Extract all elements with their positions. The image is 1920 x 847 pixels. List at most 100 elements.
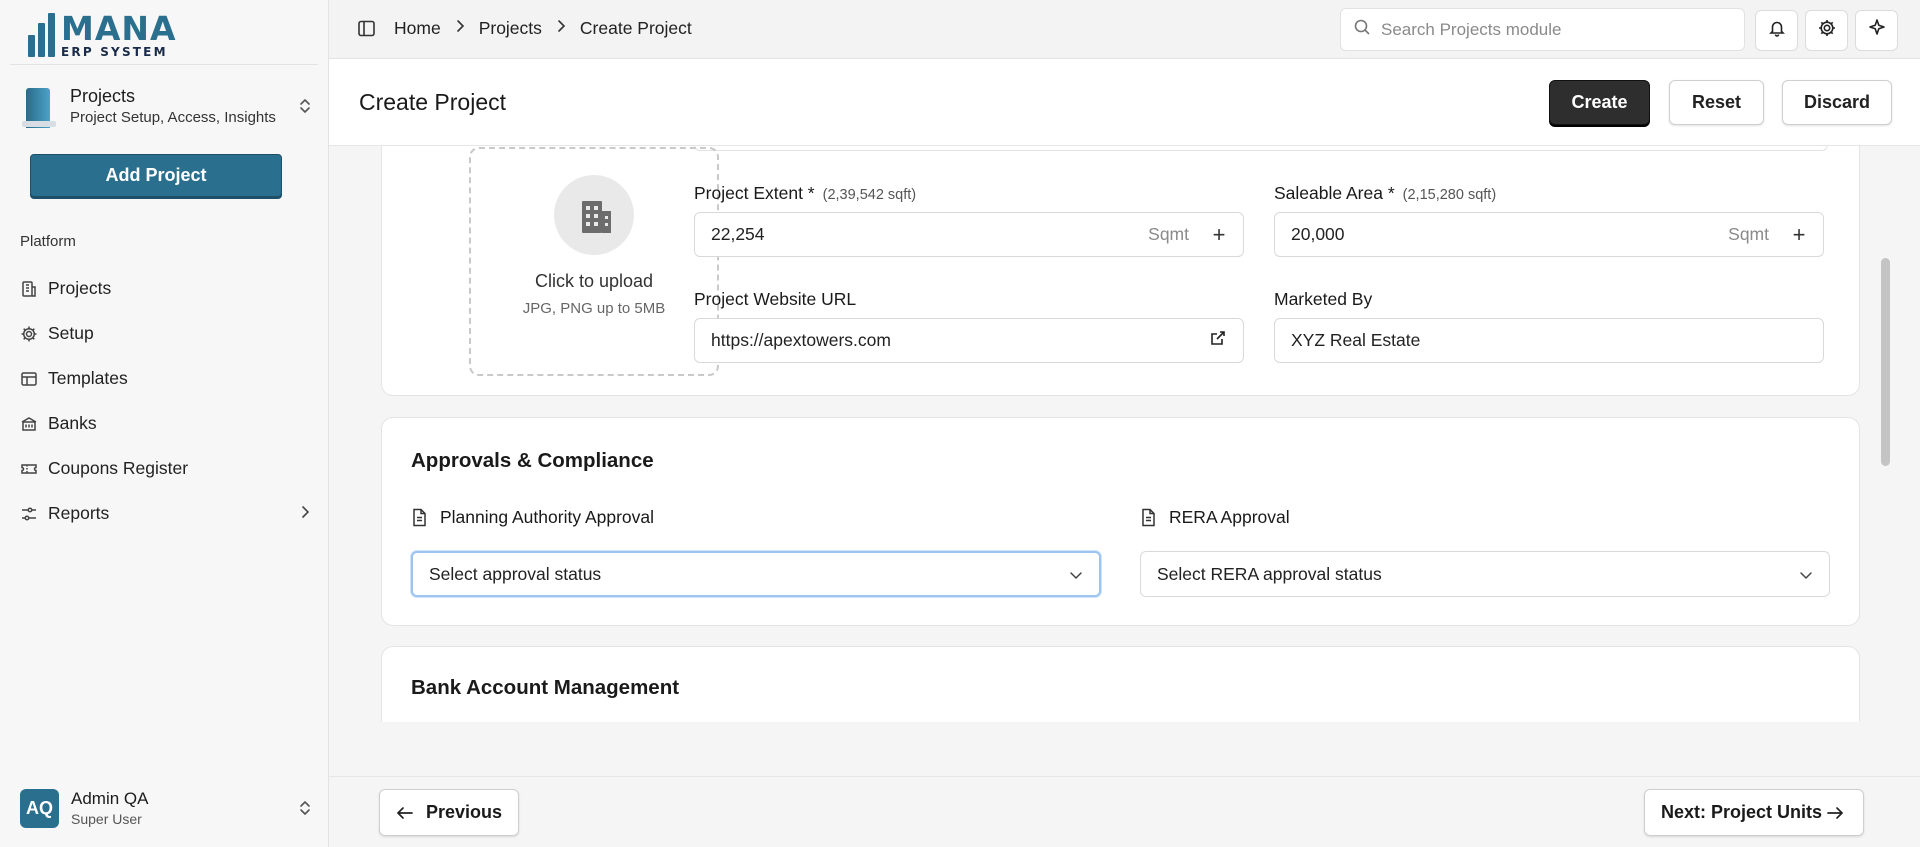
marketed-by-field[interactable]: XYZ Real Estate bbox=[1274, 318, 1824, 363]
next-label: Next: Project Units bbox=[1661, 802, 1823, 822]
upload-hint: JPG, PNG up to 5MB bbox=[522, 300, 666, 317]
next-button[interactable]: Next: Project Units bbox=[1644, 789, 1864, 836]
rera-approval-label: RERA Approval bbox=[1140, 507, 1290, 528]
user-menu[interactable]: AQ Admin QA Super User bbox=[20, 786, 315, 830]
gear-icon bbox=[1817, 18, 1837, 43]
external-link-icon[interactable] bbox=[1209, 329, 1227, 352]
rera-approval-select[interactable]: Select RERA approval status bbox=[1140, 551, 1830, 597]
reset-button[interactable]: Reset bbox=[1669, 80, 1764, 125]
plus-icon[interactable]: + bbox=[1791, 222, 1807, 248]
bank-section-title: Bank Account Management bbox=[411, 676, 680, 699]
chevron-updown-icon bbox=[295, 799, 315, 817]
page-title: Create Project bbox=[359, 89, 507, 115]
document-icon bbox=[411, 508, 428, 527]
search-input[interactable] bbox=[1381, 19, 1721, 40]
saleable-area-value: 20,000 bbox=[1291, 224, 1345, 244]
project-extent-value: 22,254 bbox=[711, 224, 765, 244]
project-extent-unit: Sqmt bbox=[1148, 224, 1189, 244]
sidebar-divider bbox=[10, 64, 318, 65]
breadcrumb-projects[interactable]: Projects bbox=[479, 18, 542, 39]
project-extent-hint: (2,39,542 sqft) bbox=[822, 187, 917, 203]
project-building-icon bbox=[20, 83, 60, 129]
bell-icon bbox=[1768, 19, 1786, 42]
user-role: Super User bbox=[71, 811, 142, 827]
chevron-right-icon bbox=[556, 19, 566, 38]
planning-approval-label: Planning Authority Approval bbox=[411, 507, 654, 528]
page-header: Create Project Create Reset Discard bbox=[329, 59, 1920, 146]
planning-approval-select[interactable]: Select approval status bbox=[411, 551, 1101, 597]
chevron-right-icon bbox=[455, 19, 465, 38]
marketed-by-label: Marketed By bbox=[1274, 289, 1373, 309]
sidebar-item-label: Projects bbox=[48, 278, 112, 298]
sidebar-nav: Projects Setup Templates Banks Coupons R… bbox=[20, 266, 310, 536]
footer-nav: Previous Next: Project Units bbox=[329, 776, 1920, 847]
saleable-area-unit: Sqmt bbox=[1728, 224, 1769, 244]
saleable-area-hint: (2,15,280 sqft) bbox=[1402, 187, 1497, 203]
scrollbar-thumb[interactable] bbox=[1881, 258, 1890, 466]
previous-button[interactable]: Previous bbox=[379, 789, 519, 836]
breadcrumb-home[interactable]: Home bbox=[394, 18, 441, 39]
previous-label: Previous bbox=[426, 802, 503, 822]
document-icon bbox=[1140, 508, 1157, 527]
sidebar-item-projects[interactable]: Projects bbox=[20, 266, 310, 311]
sidebar-item-banks[interactable]: Banks bbox=[20, 401, 310, 446]
module-description: Project Setup, Access, Insights bbox=[70, 109, 276, 126]
search-icon bbox=[1353, 18, 1371, 41]
notifications-button[interactable] bbox=[1755, 10, 1798, 51]
brand-logo[interactable]: MANA ERP SYSTEM bbox=[28, 12, 177, 58]
chevron-down-icon bbox=[1799, 564, 1813, 585]
website-url-field[interactable]: https://apextowers.com bbox=[694, 318, 1244, 363]
arrow-right-icon bbox=[1826, 806, 1844, 820]
logo-mark-icon bbox=[28, 13, 55, 57]
chevron-down-icon bbox=[1069, 564, 1083, 585]
planning-approval-value: Select approval status bbox=[429, 563, 602, 584]
nav-group-label: Platform bbox=[20, 233, 76, 250]
approvals-title: Approvals & Compliance bbox=[411, 449, 654, 472]
project-extent-label: Project Extent * (2,39,542 sqft) bbox=[694, 183, 917, 203]
sidebar-item-label: Reports bbox=[48, 503, 110, 523]
upload-placeholder bbox=[554, 175, 634, 255]
website-url-label: Project Website URL bbox=[694, 289, 857, 309]
layout-icon bbox=[20, 370, 38, 388]
gear-icon bbox=[20, 325, 38, 343]
sidebar-item-reports[interactable]: Reports bbox=[20, 491, 310, 536]
sliders-icon bbox=[20, 505, 38, 523]
ai-assistant-button[interactable] bbox=[1855, 10, 1898, 51]
saleable-area-field[interactable]: 20,000 Sqmt + bbox=[1274, 212, 1824, 257]
bank-icon bbox=[20, 415, 38, 433]
brand-subtitle: ERP SYSTEM bbox=[61, 45, 168, 59]
bank-account-card: Bank Account Management bbox=[381, 646, 1860, 722]
chevron-updown-icon bbox=[295, 97, 315, 115]
project-details-card: Click to upload JPG, PNG up to 5MB Proje… bbox=[381, 146, 1860, 396]
plus-icon[interactable]: + bbox=[1211, 222, 1227, 248]
image-upload-dropzone[interactable]: Click to upload JPG, PNG up to 5MB bbox=[469, 147, 719, 376]
sparkle-icon bbox=[1867, 18, 1887, 43]
sidebar-item-coupons-register[interactable]: Coupons Register bbox=[20, 446, 310, 491]
sidebar-item-label: Banks bbox=[48, 413, 97, 433]
user-name: Admin QA bbox=[71, 789, 149, 808]
approvals-card: Approvals & Compliance Planning Authorit… bbox=[381, 417, 1860, 626]
field-above-remnant bbox=[694, 146, 1828, 151]
website-url-value: https://apextowers.com bbox=[711, 330, 891, 350]
sidebar-item-label: Coupons Register bbox=[48, 458, 189, 478]
search-box[interactable] bbox=[1340, 8, 1745, 51]
settings-button[interactable] bbox=[1805, 10, 1848, 51]
module-title: Projects bbox=[70, 86, 136, 106]
create-button[interactable]: Create bbox=[1549, 80, 1650, 125]
top-bar: Home Projects Create Project bbox=[329, 0, 1920, 59]
sidebar-item-templates[interactable]: Templates bbox=[20, 356, 310, 401]
main-content: Click to upload JPG, PNG up to 5MB Proje… bbox=[329, 146, 1880, 722]
avatar: AQ bbox=[20, 788, 59, 828]
breadcrumb: Home Projects Create Project bbox=[357, 18, 692, 39]
add-project-button[interactable]: Add Project bbox=[30, 154, 282, 197]
sidebar-item-setup[interactable]: Setup bbox=[20, 311, 310, 356]
building-icon bbox=[20, 280, 38, 298]
module-switcher[interactable]: Projects Project Setup, Access, Insights bbox=[20, 78, 315, 134]
brand-name: MANA bbox=[61, 9, 177, 48]
sidebar-toggle-icon[interactable] bbox=[357, 19, 376, 38]
arrow-left-icon bbox=[396, 806, 414, 820]
rera-approval-value: Select RERA approval status bbox=[1157, 563, 1382, 584]
project-extent-field[interactable]: 22,254 Sqmt + bbox=[694, 212, 1244, 257]
sidebar-item-label: Setup bbox=[48, 323, 94, 343]
discard-button[interactable]: Discard bbox=[1782, 80, 1892, 125]
